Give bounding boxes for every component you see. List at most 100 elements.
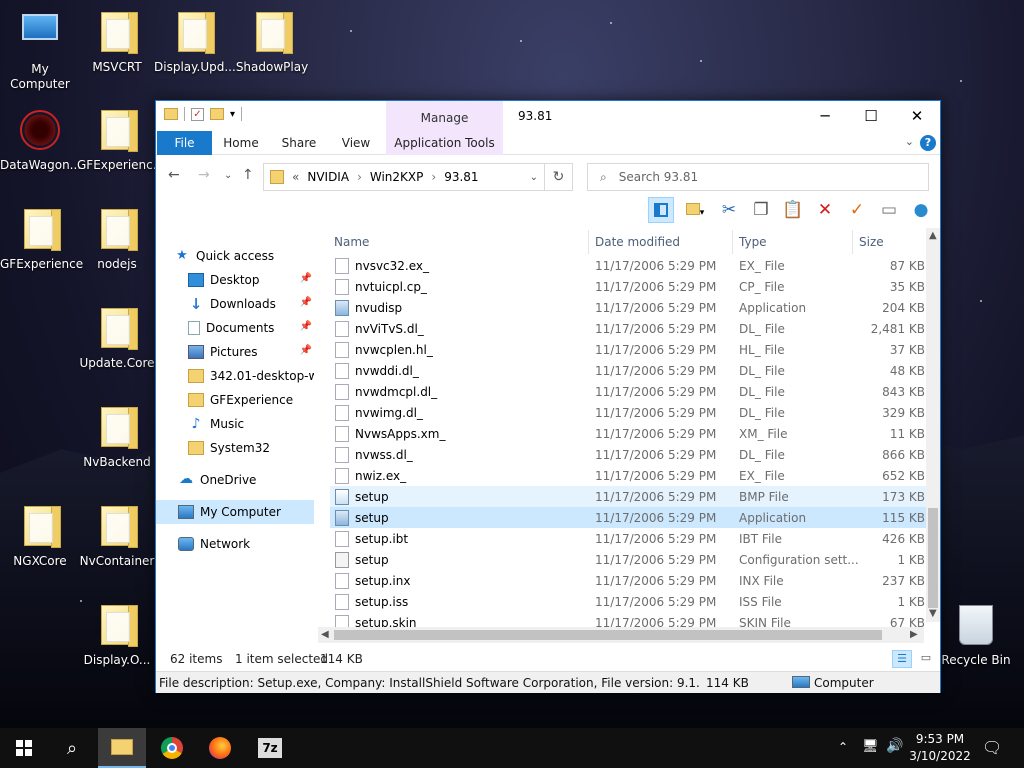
file-row-nvwddi-dl-5[interactable]: nvwddi.dl_ 11/17/2006 5:29 PM DL_ File 48 K… xyxy=(330,360,928,381)
network-status-icon[interactable]: 🖥 xyxy=(862,739,879,768)
desktop-icon-datawagon[interactable]: DataWagon... xyxy=(0,108,81,173)
close-button[interactable]: ✕ xyxy=(894,101,940,131)
address-dropdown-icon[interactable]: ⌄ xyxy=(530,172,538,183)
tab-home[interactable]: Home xyxy=(218,131,264,155)
address-bar[interactable]: « NVIDIA › Win2KXP › 93.81 ⌄ xyxy=(263,163,545,191)
details-view-icon[interactable]: ☰ xyxy=(892,650,912,668)
breadcrumb-win2kxp[interactable]: Win2KXP xyxy=(370,170,424,184)
delete-icon[interactable]: ✕ xyxy=(812,197,838,223)
new-folder-icon[interactable] xyxy=(210,108,224,120)
desktop-icon-ngxcore[interactable]: NGXCore xyxy=(0,504,80,569)
file-row-nvtuicpl-cp-1[interactable]: nvtuicpl.cp_ 11/17/2006 5:29 PM CP_ File 35… xyxy=(330,276,928,297)
tab-file[interactable]: File xyxy=(157,131,212,155)
desktop-icon-display-o[interactable]: Display.O... xyxy=(77,603,157,668)
horizontal-scroll-thumb[interactable] xyxy=(334,630,882,640)
file-row-nvudisp-2[interactable]: nvudisp 11/17/2006 5:29 PM Application 204 … xyxy=(330,297,928,318)
scroll-right-icon[interactable]: ▶ xyxy=(910,629,918,640)
column-header-size[interactable]: Size xyxy=(859,232,884,252)
file-row-nvwdmcpl-dl-6[interactable]: nvwdmcpl.dl_ 11/17/2006 5:29 PM DL_ File 84… xyxy=(330,381,928,402)
up-arrow-icon[interactable]: ↑ xyxy=(242,167,254,183)
nav-my-computer[interactable]: My Computer xyxy=(156,500,314,524)
nav-item-desktop[interactable]: Desktop 📌 xyxy=(188,268,314,292)
taskbar-file-explorer[interactable] xyxy=(98,728,146,768)
show-hidden-icons-icon[interactable]: ⌃ xyxy=(838,740,848,768)
desktop-icon-nvbackend[interactable]: NvBackend xyxy=(77,405,157,470)
nav-onedrive[interactable]: ☁ OneDrive xyxy=(178,468,314,492)
search-button[interactable]: ⌕ xyxy=(48,728,96,768)
file-row-setup-inx-15[interactable]: setup.inx 11/17/2006 5:29 PM INX File 237 K… xyxy=(330,570,928,591)
desktop-icon-update-core[interactable]: Update.Core xyxy=(77,306,157,371)
customize-qat-icon[interactable]: ▾ xyxy=(230,109,235,120)
desktop-icon-my-computer[interactable]: My Computer xyxy=(0,10,80,92)
recent-locations-icon[interactable]: ⌄ xyxy=(224,170,232,181)
file-row-setup-ibt-13[interactable]: setup.ibt 11/17/2006 5:29 PM IBT File 426 K… xyxy=(330,528,928,549)
forward-arrow-icon[interactable]: → xyxy=(198,167,210,183)
manage-context-tab[interactable]: Manage xyxy=(386,101,503,131)
horizontal-scrollbar[interactable]: ◀ ▶ xyxy=(318,627,924,643)
new-folder-dropdown-icon[interactable]: ▾ xyxy=(680,197,710,223)
vertical-scrollbar[interactable]: ▲ ▼ xyxy=(926,228,940,622)
column-header-date[interactable]: Date modified xyxy=(595,232,680,252)
nav-item-downloads[interactable]: ↓ Downloads 📌 xyxy=(188,292,314,316)
nav-item-gfexperience[interactable]: GFExperience xyxy=(188,388,314,412)
file-row-nvwcplen-hl-4[interactable]: nvwcplen.hl_ 11/17/2006 5:29 PM HL_ File 37… xyxy=(330,339,928,360)
desktop-icon-nodejs[interactable]: nodejs xyxy=(77,207,157,272)
taskbar-chrome[interactable] xyxy=(148,728,196,768)
start-button[interactable] xyxy=(0,728,48,768)
nav-item-342-01-desktop-win[interactable]: 342.01-desktop-win xyxy=(188,364,314,388)
check-icon[interactable]: ✓ xyxy=(844,197,870,223)
scroll-left-icon[interactable]: ◀ xyxy=(321,629,329,640)
tab-application-tools[interactable]: Application Tools xyxy=(386,131,503,155)
preview-pane-icon[interactable] xyxy=(648,197,674,223)
desktop-icon-gfexperience[interactable]: GFExperience xyxy=(0,207,83,272)
file-row-setup-iss-16[interactable]: setup.iss 11/17/2006 5:29 PM ISS File 1 KB xyxy=(330,591,928,612)
file-row-nvwss-dl-9[interactable]: nvwss.dl_ 11/17/2006 5:29 PM DL_ File 866 K… xyxy=(330,444,928,465)
desktop-icon-gfexperienc[interactable]: GFExperienc... xyxy=(77,108,164,173)
properties-icon[interactable]: ✓ xyxy=(191,107,204,121)
breadcrumb-nvidia[interactable]: NVIDIA xyxy=(307,170,349,184)
nav-network[interactable]: Network xyxy=(178,532,314,556)
nav-item-system32[interactable]: System32 xyxy=(188,436,314,460)
desktop-icon-recycle-bin[interactable]: Recycle Bin xyxy=(936,603,1016,668)
column-header-name[interactable]: Name xyxy=(334,232,369,252)
breadcrumb-93-81[interactable]: 93.81 xyxy=(444,170,478,184)
file-row-nwiz-ex-10[interactable]: nwiz.ex_ 11/17/2006 5:29 PM EX_ File 652 KB xyxy=(330,465,928,486)
back-arrow-icon[interactable]: ← xyxy=(168,167,180,183)
scroll-down-icon[interactable]: ▼ xyxy=(929,608,937,619)
file-row-nvsvc32-ex-0[interactable]: nvsvc32.ex_ 11/17/2006 5:29 PM EX_ File 87 … xyxy=(330,255,928,276)
desktop-icon-nvcontainer[interactable]: NvContainer xyxy=(77,504,157,569)
tab-share[interactable]: Share xyxy=(276,131,322,155)
nav-item-documents[interactable]: Documents 📌 xyxy=(188,316,314,340)
nav-item-music[interactable]: ♪ Music xyxy=(188,412,314,436)
desktop-icon-msvcrt[interactable]: MSVCRT xyxy=(77,10,157,75)
file-row-nvwsapps-xm-8[interactable]: NvwsApps.xm_ 11/17/2006 5:29 PM XM_ File 11… xyxy=(330,423,928,444)
desktop-icon-shadowplay[interactable]: ShadowPlay xyxy=(232,10,312,75)
file-row-setup-11[interactable]: setup 11/17/2006 5:29 PM BMP File 173 KB xyxy=(330,486,928,507)
tab-view[interactable]: View xyxy=(334,131,378,155)
scroll-up-icon[interactable]: ▲ xyxy=(929,230,937,241)
large-icons-view-icon[interactable]: ▭ xyxy=(916,650,936,668)
file-row-nvvitvs-dl-3[interactable]: nvViTvS.dl_ 11/17/2006 5:29 PM DL_ File 2,4… xyxy=(330,318,928,339)
search-input[interactable]: ⌕ Search 93.81 xyxy=(587,163,929,191)
vertical-scroll-thumb[interactable] xyxy=(928,508,938,608)
volume-icon[interactable]: 🔊 xyxy=(886,738,903,768)
shell-icon[interactable]: ● xyxy=(908,197,934,223)
file-row-setup-12[interactable]: setup 11/17/2006 5:29 PM Application 115 KB xyxy=(330,507,928,528)
taskbar-firefox[interactable] xyxy=(196,728,244,768)
desktop-icon-display-upd[interactable]: Display.Upd... xyxy=(154,10,236,75)
taskbar-7zip[interactable]: 7z xyxy=(246,728,294,768)
file-row-nvwimg-dl-7[interactable]: nvwimg.dl_ 11/17/2006 5:29 PM DL_ File 329 … xyxy=(330,402,928,423)
clock[interactable]: 9:53 PM 3/10/2022 xyxy=(908,731,972,768)
chevron-down-icon[interactable]: ⌄ xyxy=(905,135,914,148)
notifications-icon[interactable]: 🗨 xyxy=(982,738,1002,768)
cut-icon[interactable]: ✂ xyxy=(716,197,742,223)
rename-icon[interactable]: ▭ xyxy=(876,197,902,223)
help-icon[interactable]: ? xyxy=(920,135,936,151)
nav-item-pictures[interactable]: Pictures 📌 xyxy=(188,340,314,364)
file-row-setup-14[interactable]: setup 11/17/2006 5:29 PM Configuration set… xyxy=(330,549,928,570)
column-header-type[interactable]: Type xyxy=(739,232,767,252)
paste-icon[interactable]: 📋 xyxy=(780,197,806,223)
copy-icon[interactable]: ❐ xyxy=(748,197,774,223)
refresh-button[interactable]: ↻ xyxy=(545,163,573,191)
minimize-button[interactable]: ─ xyxy=(802,101,848,131)
